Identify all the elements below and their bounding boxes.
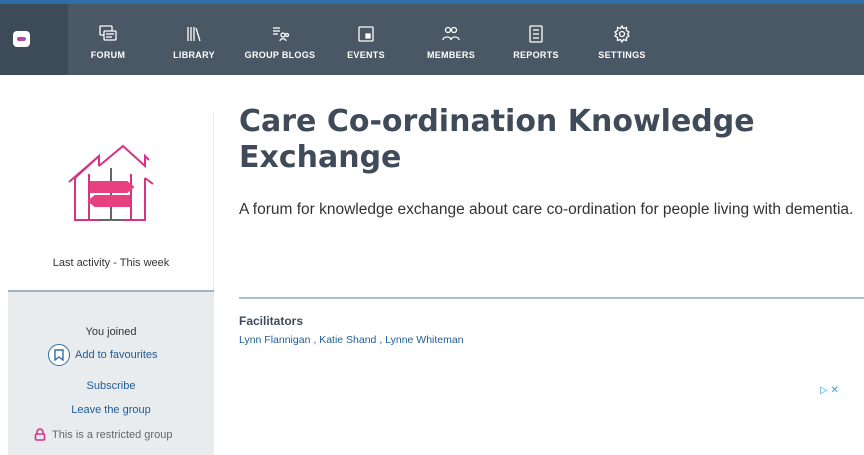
page-title: Care Co-ordination Knowledge Exchange [239,104,755,175]
facilitator-link[interactable]: Lynne Whiteman [385,334,463,346]
facilitator-separator: , [376,334,386,346]
leave-group-link[interactable]: Leave the group [8,404,214,416]
nav-group-blogs[interactable]: GROUP BLOGS [240,4,320,75]
membership-panel: You joined Add to favourites Subscribe L… [8,292,214,455]
nav-forum[interactable]: FORUM [80,4,136,75]
settings-icon [614,24,630,44]
nav-forum-label: FORUM [90,50,126,60]
you-joined-text: You joined [85,326,137,338]
add-to-favourites-label: Add to favourites [75,349,158,361]
facilitator-link[interactable]: Katie Shand [319,334,376,346]
ad-choices-close-icon[interactable]: ▷ ✕ [820,385,839,396]
top-navigation-bar: FORUM LIBRARY GROUP BLOGS EVENTS MEMBERS… [0,0,864,75]
members-icon [442,26,460,41]
restricted-group-notice: This is a restricted group [34,428,172,441]
group-houses-signpost-icon [68,144,154,221]
nav-events[interactable]: EVENTS [338,4,394,75]
group-description: A forum for knowledge exchange about car… [239,201,854,218]
nav-library-label: LIBRARY [173,50,215,60]
reports-icon [529,25,543,43]
restricted-group-text: This is a restricted group [52,428,173,441]
facilitators-list: Lynn Flannigan , Katie Shand , Lynne Whi… [239,334,464,346]
nav-settings[interactable]: SETTINGS [592,4,652,75]
nav-members-label: MEMBERS [426,50,476,60]
nav-group-blogs-label: GROUP BLOGS [244,50,316,60]
bookmark-icon [48,344,70,366]
add-to-favourites-button[interactable]: Add to favourites [48,344,158,366]
nav-library[interactable]: LIBRARY [166,4,222,75]
last-activity-text: Last activity - This week [52,257,170,269]
nav-members[interactable]: MEMBERS [423,4,479,75]
forum-icon [99,25,117,41]
library-icon [187,27,201,42]
subscribe-link[interactable]: Subscribe [8,380,214,392]
lock-icon [34,428,46,441]
home-logo-button[interactable] [0,4,68,75]
nav-events-label: EVENTS [347,50,385,60]
facilitator-separator: , [310,334,320,346]
nav-reports-label: REPORTS [513,50,559,60]
facilitators-heading: Facilitators [239,314,304,328]
nav-reports[interactable]: REPORTS [508,4,564,75]
content-divider [239,297,864,299]
nav-settings-label: SETTINGS [598,50,646,60]
facilitator-link[interactable]: Lynn Flannigan [239,334,310,346]
site-logo-icon [13,31,30,47]
events-icon [358,26,374,42]
group-blogs-icon [273,27,290,42]
group-info-panel: Last activity - This week [8,112,214,292]
